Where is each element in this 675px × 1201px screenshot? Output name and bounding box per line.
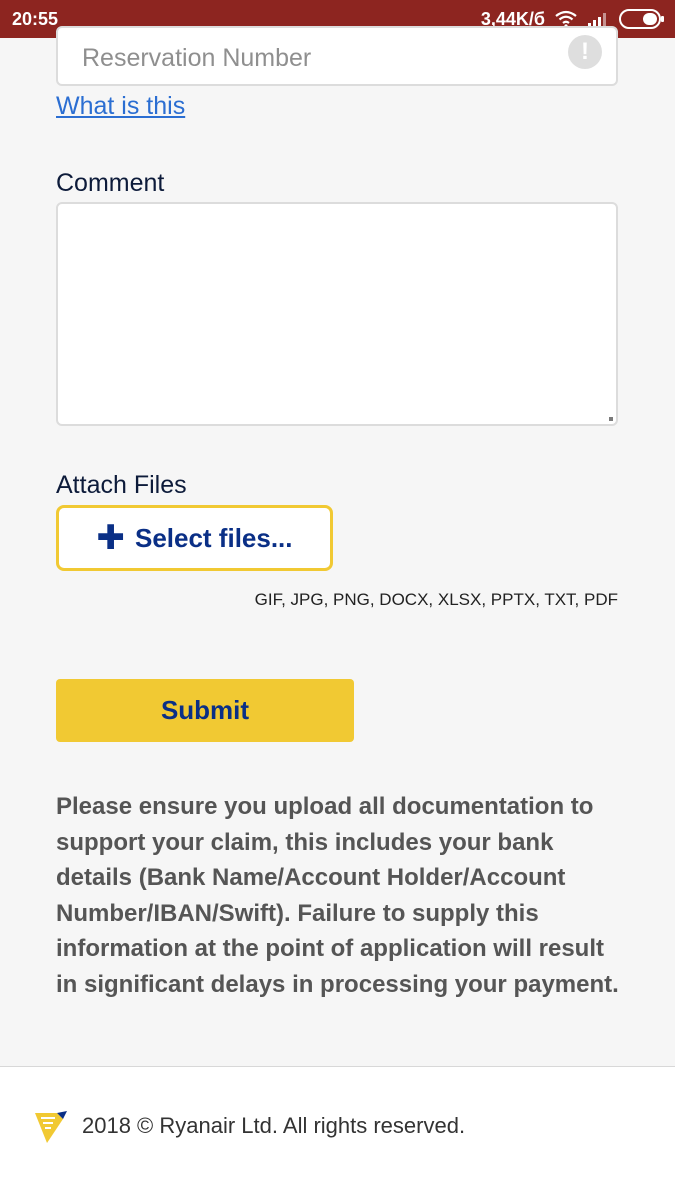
documentation-notice: Please ensure you upload all documentati… xyxy=(56,793,619,998)
ryanair-harp-logo xyxy=(33,1109,69,1150)
select-files-label: Select files... xyxy=(134,522,293,553)
reservation-number-field: ! xyxy=(56,26,618,86)
comment-textarea[interactable] xyxy=(58,204,616,424)
allowed-file-formats: GIF, JPG, PNG, DOCX, XLSX, PPTX, TXT, PD… xyxy=(254,590,618,609)
attach-files-label: Attach Files xyxy=(56,471,187,499)
reservation-number-input[interactable] xyxy=(80,40,554,76)
footer: 2018 © Ryanair Ltd. All rights reserved. xyxy=(0,1066,675,1201)
select-files-button[interactable]: ✚ Select files... xyxy=(56,505,333,571)
resize-handle-icon[interactable] xyxy=(609,417,613,421)
status-time: 20:55 xyxy=(12,8,59,29)
alert-icon: ! xyxy=(568,35,602,69)
comment-field xyxy=(56,202,618,426)
battery-icon xyxy=(619,9,665,29)
copyright-text: 2018 © Ryanair Ltd. All rights reserved. xyxy=(82,1113,466,1138)
signal-icon xyxy=(587,11,609,27)
plus-icon: ✚ xyxy=(96,519,125,557)
submit-button[interactable]: Submit xyxy=(56,679,354,742)
comment-label: Comment xyxy=(56,169,165,197)
what-is-this-link[interactable]: What is this xyxy=(56,92,185,121)
